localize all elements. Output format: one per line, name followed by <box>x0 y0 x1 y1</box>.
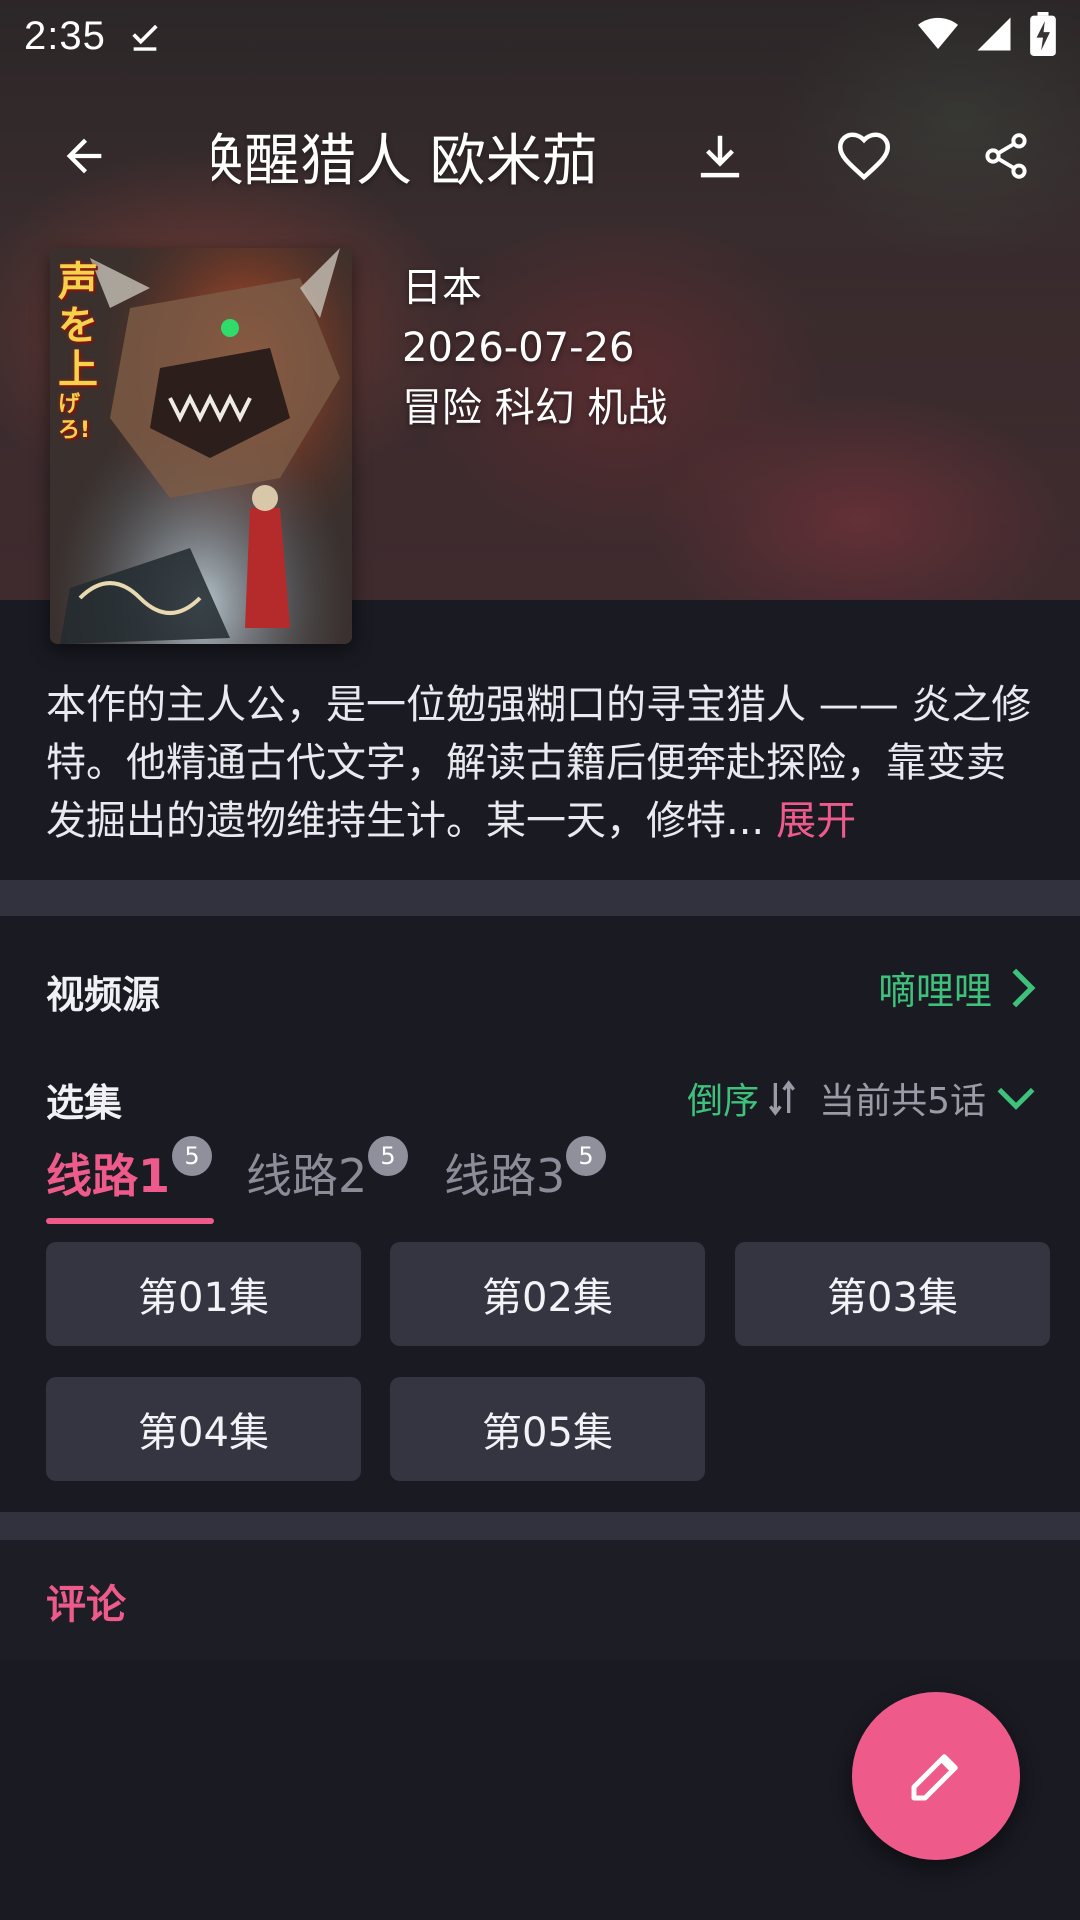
poster-caption: 声を 上 げろ! <box>58 259 98 443</box>
tab-label: 线路3 <box>444 1149 566 1203</box>
tab-route-2[interactable]: 线路2 5 <box>246 1136 408 1206</box>
top-toolbar: 唤醒猎人 欧米茄 <box>0 96 1080 216</box>
pencil-icon <box>911 1754 958 1801</box>
expand-link[interactable]: 展开 <box>776 798 856 844</box>
page-title: 唤醒猎人 欧米茄 <box>212 128 598 194</box>
episode-button[interactable]: 第02集 <box>390 1242 705 1346</box>
episode-controls: 倒序 当前共5话 <box>687 1072 1036 1124</box>
back-arrow-icon <box>66 138 102 174</box>
sort-icon <box>769 1080 796 1116</box>
comments-label: 评论 <box>46 1582 126 1628</box>
heart-icon <box>837 132 891 181</box>
release-date: 2026-07-26 <box>402 325 635 371</box>
back-button[interactable] <box>24 96 144 216</box>
signal-icon <box>976 16 1012 56</box>
video-source-selector[interactable]: 嘀哩哩 <box>878 960 1036 1015</box>
status-time: 2:35 <box>24 13 106 58</box>
battery-charging-icon <box>1030 12 1056 60</box>
chevron-right-icon <box>1012 968 1036 1007</box>
tab-badge: 5 <box>172 1136 212 1176</box>
chevron-down-icon <box>997 1087 1035 1110</box>
active-tab-indicator <box>46 1218 214 1224</box>
download-icon <box>700 135 740 178</box>
tab-label: 线路2 <box>246 1149 368 1203</box>
section-divider <box>0 1512 1080 1540</box>
episodes-label: 选集 <box>46 1081 123 1125</box>
sort-order-label: 倒序 <box>687 1081 760 1122</box>
download-done-icon <box>128 19 162 53</box>
download-button[interactable] <box>660 96 780 216</box>
episode-button[interactable]: 第04集 <box>46 1377 361 1481</box>
episode-count-dropdown[interactable]: 当前共5话 <box>819 1072 1036 1124</box>
genre-tags: 冒险 科幻 机战 <box>402 385 668 431</box>
write-comment-button[interactable] <box>852 1692 1020 1860</box>
tab-route-3[interactable]: 线路3 5 <box>444 1136 606 1206</box>
tab-badge: 5 <box>566 1136 606 1176</box>
tab-label: 线路1 <box>46 1149 171 1203</box>
tab-route-1[interactable]: 线路1 5 <box>46 1136 212 1206</box>
episode-button[interactable]: 第05集 <box>390 1377 705 1481</box>
share-button[interactable] <box>946 96 1066 216</box>
video-source-value: 嘀哩哩 <box>877 969 992 1013</box>
video-source-label: 视频源 <box>46 973 161 1017</box>
status-bar: 2:35 <box>0 0 1080 72</box>
region-text: 日本 <box>402 265 482 311</box>
sort-order-button[interactable]: 倒序 <box>687 1072 797 1124</box>
comments-header <box>0 1540 1080 1660</box>
favorite-button[interactable] <box>804 96 924 216</box>
meta-info: 日本 2026-07-26 冒险 科幻 机战 <box>402 258 667 438</box>
tab-badge: 5 <box>368 1136 408 1176</box>
wifi-icon <box>918 17 958 55</box>
synopsis: 本作的主人公，是一位勉强糊口的寻宝猎人 —— 炎之修特。他精通古代文字，解读古籍… <box>46 676 1036 850</box>
episode-button[interactable]: 第01集 <box>46 1242 361 1346</box>
status-icons <box>918 12 1056 60</box>
poster-image: 声を 上 げろ! <box>50 248 352 644</box>
synopsis-text: 本作的主人公，是一位勉强糊口的寻宝猎人 —— 炎之修特。他精通古代文字，解读古籍… <box>46 682 1032 844</box>
title-marquee: 唤醒猎人 欧米茄 <box>212 96 612 216</box>
section-divider <box>0 880 1080 916</box>
episode-count-label: 当前共5话 <box>819 1081 986 1122</box>
episode-button[interactable]: 第03集 <box>735 1242 1050 1346</box>
share-icon <box>985 133 1027 179</box>
